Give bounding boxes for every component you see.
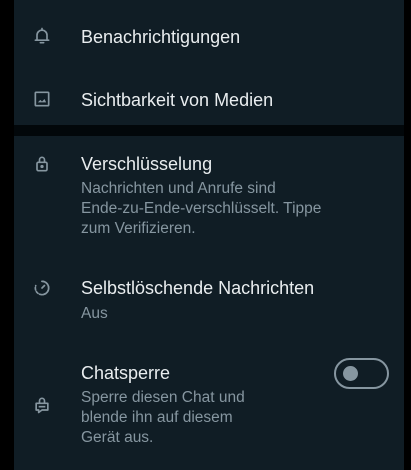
chat-lock-icon <box>32 395 52 415</box>
chat-settings-panel: Benachrichtigungen Sichtbarkeit von Medi… <box>14 0 404 470</box>
encryption-description: Nachrichten und Anrufe sind Ende-zu-Ende… <box>81 179 381 239</box>
media-visibility-label: Sichtbarkeit von Medien <box>81 90 274 110</box>
disappearing-messages-label: Selbstlöschende Nachrichten <box>81 278 315 298</box>
media-visibility-row[interactable]: Sichtbarkeit von Medien <box>14 70 404 125</box>
notifications-row[interactable]: Benachrichtigungen <box>14 0 404 70</box>
image-icon <box>32 89 52 109</box>
notifications-label: Benachrichtigungen <box>81 27 241 47</box>
timer-icon <box>32 278 52 298</box>
chat-lock-toggle[interactable] <box>334 358 389 389</box>
chat-lock-description-line: blende ihn auf diesem <box>81 409 233 426</box>
encryption-label: Verschlüsselung <box>81 154 213 174</box>
chat-lock-description-line: Gerät aus. <box>81 429 154 446</box>
chat-lock-label: Chatsperre <box>81 363 171 383</box>
encryption-description-line: zum Verifizieren. <box>81 220 196 237</box>
chat-lock-description: Sperre diesen Chat und blende ihn auf di… <box>81 388 381 448</box>
encryption-description-line: Nachrichten und Anrufe sind <box>81 180 276 197</box>
toggle-knob <box>343 366 358 381</box>
encryption-row[interactable]: Verschlüsselung Nachrichten und Anrufe s… <box>14 136 404 251</box>
lock-icon <box>32 154 52 174</box>
disappearing-messages-row[interactable]: Selbstlöschende Nachrichten Aus <box>14 262 404 342</box>
section-divider <box>14 125 404 136</box>
disappearing-messages-value: Aus <box>81 305 108 322</box>
chat-lock-description-line: Sperre diesen Chat und <box>81 389 245 406</box>
encryption-description-line: Ende-zu-Ende-verschlüsselt. Tippe <box>81 200 322 217</box>
bell-icon <box>32 26 52 46</box>
